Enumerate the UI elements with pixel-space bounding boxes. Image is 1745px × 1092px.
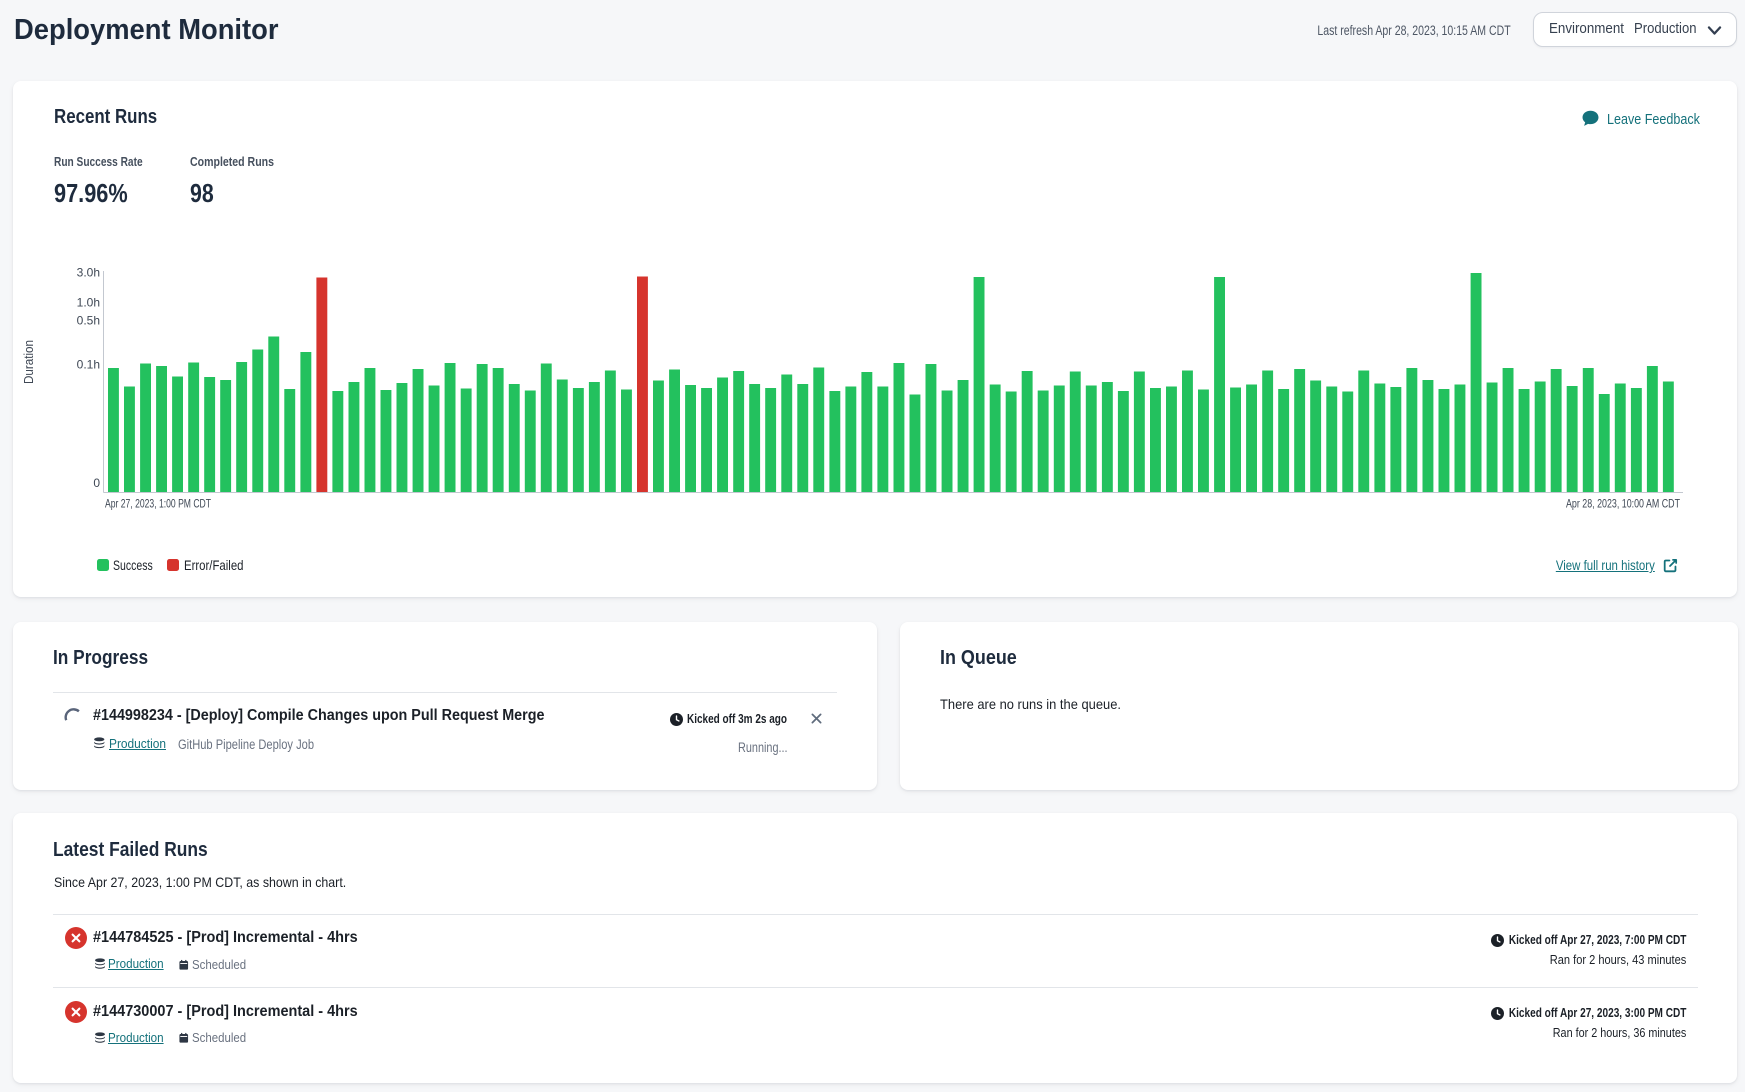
svg-text:3.0h: 3.0h bbox=[77, 266, 100, 280]
svg-text:0: 0 bbox=[93, 476, 100, 490]
svg-text:0.1h: 0.1h bbox=[77, 358, 100, 372]
svg-text:Duration: Duration bbox=[22, 340, 36, 384]
svg-text:Apr 28, 2023, 10:00 AM CDT: Apr 28, 2023, 10:00 AM CDT bbox=[1566, 497, 1680, 511]
svg-text:1.0h: 1.0h bbox=[77, 296, 100, 310]
svg-text:0.5h: 0.5h bbox=[77, 314, 100, 328]
svg-text:Apr 27, 2023, 1:00 PM CDT: Apr 27, 2023, 1:00 PM CDT bbox=[105, 497, 211, 511]
